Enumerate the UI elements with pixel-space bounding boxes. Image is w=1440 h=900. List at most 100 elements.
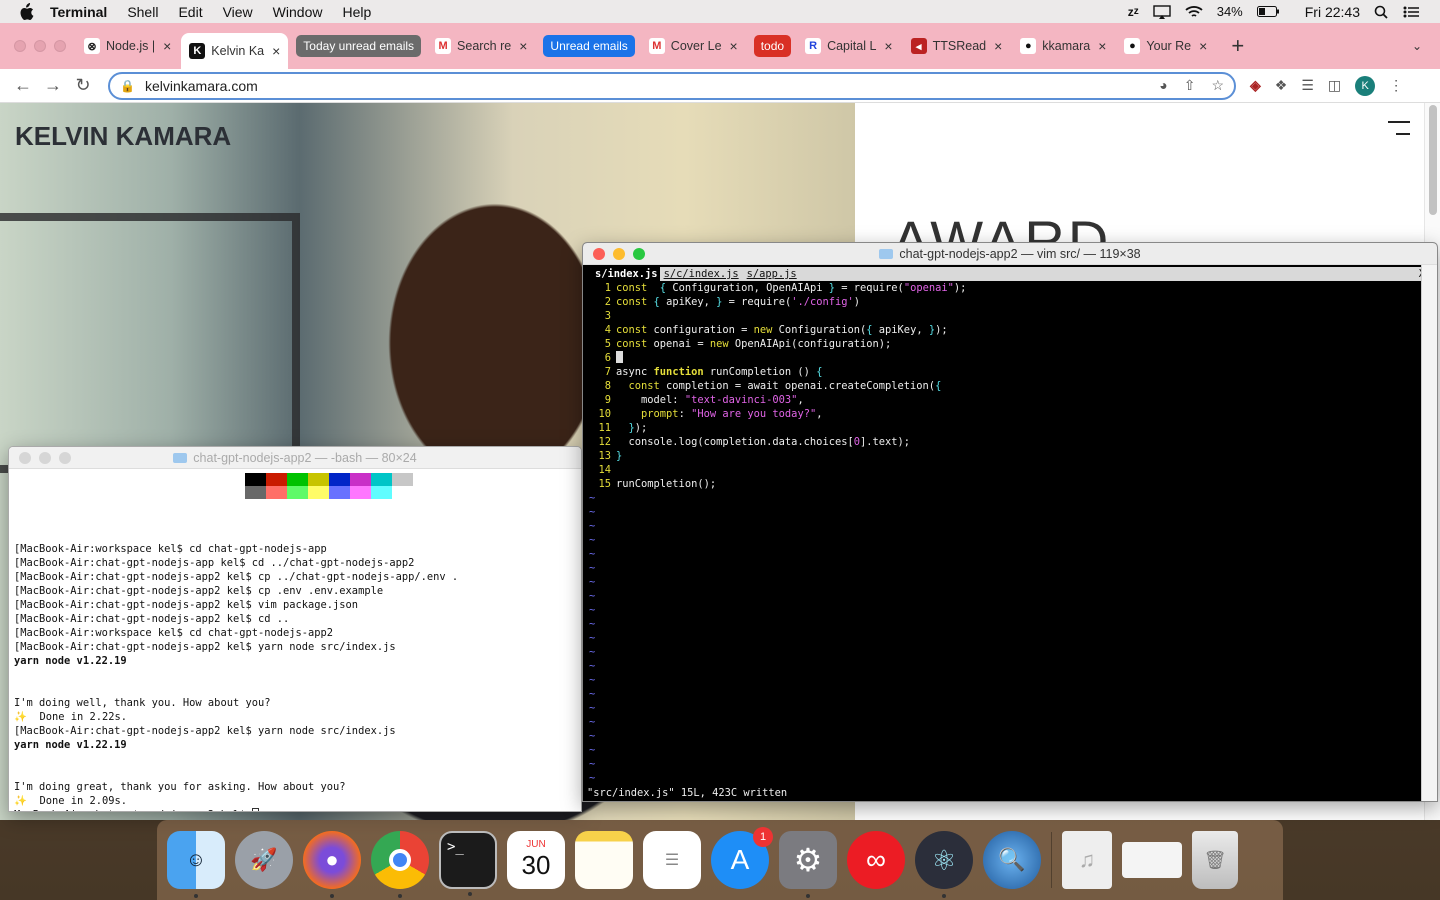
vim-tab-active[interactable]: s/index.js: [593, 267, 660, 281]
code-token: new: [709, 338, 729, 350]
tab-close-icon[interactable]: ×: [884, 38, 892, 54]
terminal-line: [MacBook-Air:chat-gpt-nodejs-app2 kel$ c…: [14, 571, 459, 583]
calendar-icon[interactable]: JUN 30: [507, 831, 565, 889]
tab[interactable]: ◂ TTSRead ×: [903, 31, 1011, 61]
ublock-extension-icon[interactable]: ◈: [1250, 77, 1261, 94]
tab-close-icon[interactable]: ×: [519, 38, 527, 54]
zoom-window-button[interactable]: [54, 40, 66, 52]
tab-label: TTSRead: [932, 39, 987, 53]
bash-output[interactable]: [MacBook-Air:workspace kel$ cd chat-gpt-…: [14, 528, 459, 811]
terminal-line: [MacBook-Air:chat-gpt-nodejs-app2 kel$ v…: [14, 599, 359, 611]
forward-button[interactable]: →: [38, 75, 68, 96]
terminal-icon[interactable]: >_: [439, 831, 497, 896]
tab-search-chevron-icon[interactable]: ⌄: [1412, 39, 1422, 53]
tab-close-icon[interactable]: ×: [730, 38, 738, 54]
system-preferences-icon[interactable]: ⚙: [779, 831, 837, 898]
launchpad-icon[interactable]: 🚀: [235, 831, 293, 889]
tab-close-icon[interactable]: ×: [272, 43, 280, 59]
tab-group-label[interactable]: todo: [753, 35, 792, 57]
tab-close-icon[interactable]: ×: [1098, 38, 1106, 54]
tab-group-label[interactable]: Today unread emails: [296, 35, 422, 57]
vim-buffer[interactable]: 1 const { Configuration, OpenAIApi } = re…: [589, 281, 966, 785]
tab-close-icon[interactable]: ×: [1199, 38, 1207, 54]
line-number: 2: [604, 296, 611, 308]
side-panel-icon[interactable]: ◫: [1328, 77, 1341, 94]
battery-icon[interactable]: [1256, 6, 1279, 17]
clock[interactable]: Fri 22:43: [1305, 4, 1360, 20]
code-line: 2 const { apiKey, } = require('./config'): [593, 295, 966, 309]
line-number: 3: [604, 310, 611, 322]
reminders-icon[interactable]: ☰: [643, 831, 701, 889]
tab[interactable]: ● Your Re ×: [1116, 31, 1215, 61]
site-title[interactable]: KELVIN KAMARA: [15, 121, 231, 152]
url-text[interactable]: kelvinkamara.com: [145, 78, 258, 94]
vim-terminal-window[interactable]: chat-gpt-nodejs-app2 — vim src/ — 119×38…: [582, 242, 1438, 802]
code-line: 9 model: "text-davinci-003",: [593, 393, 966, 407]
calendar-day: 30: [521, 850, 551, 880]
reading-list-icon[interactable]: ☰: [1301, 77, 1314, 94]
extensions-puzzle-icon[interactable]: ❖: [1275, 77, 1288, 94]
chrome-icon[interactable]: [371, 831, 429, 898]
back-button[interactable]: ←: [8, 75, 38, 96]
authy-icon[interactable]: ∞: [847, 831, 905, 889]
finder-icon[interactable]: ☺: [167, 831, 225, 898]
vim-scrollbar[interactable]: [1421, 265, 1437, 801]
code-token: function: [653, 366, 704, 378]
notes-icon[interactable]: [575, 831, 633, 889]
share-icon[interactable]: ⇧: [1184, 77, 1196, 94]
minimize-window-button[interactable]: [34, 40, 46, 52]
menu-app-name[interactable]: Terminal: [50, 4, 107, 20]
menu-view[interactable]: View: [223, 4, 253, 20]
line-number: 10: [598, 408, 611, 420]
profile-avatar[interactable]: K: [1355, 75, 1376, 96]
line-number: 1: [604, 282, 611, 294]
hamburger-menu-icon[interactable]: [1388, 121, 1410, 145]
chrome-menu-icon[interactable]: ⋮: [1389, 77, 1403, 94]
tab-close-icon[interactable]: ×: [994, 38, 1002, 54]
tab[interactable]: ⊗ Node.js | ×: [76, 31, 179, 61]
performance-icon[interactable]: ◕: [1159, 77, 1167, 94]
music-file-icon[interactable]: ♫: [1062, 831, 1112, 889]
menu-help[interactable]: Help: [342, 4, 371, 20]
close-window-button[interactable]: [14, 40, 26, 52]
lock-icon[interactable]: 🔒: [120, 79, 135, 93]
electron-icon[interactable]: ⚛: [915, 831, 973, 898]
app-store-icon[interactable]: A1: [711, 827, 773, 889]
sleep-icon[interactable]: zz: [1128, 5, 1139, 19]
wifi-icon[interactable]: [1185, 5, 1203, 19]
network-utility-icon[interactable]: 🔍: [983, 831, 1041, 889]
menu-shell[interactable]: Shell: [127, 4, 158, 20]
bookmark-star-icon[interactable]: ☆: [1211, 77, 1224, 94]
bash-window-title: chat-gpt-nodejs-app2 — -bash — 80×24: [193, 450, 417, 465]
firefox-icon[interactable]: ●: [303, 831, 361, 898]
airplay-icon[interactable]: [1153, 4, 1171, 19]
address-bar[interactable]: 🔒 kelvinkamara.com ◕ ⇧ ☆: [108, 71, 1236, 100]
chrome-window-thumbnail[interactable]: [1122, 842, 1182, 878]
reload-button[interactable]: ↻: [68, 75, 98, 96]
menu-window[interactable]: Window: [273, 4, 323, 20]
tab[interactable]: M Search re ×: [427, 31, 535, 61]
trash-icon[interactable]: 🗑: [1192, 831, 1238, 889]
terminal-prompt-line[interactable]: MacBook-Air:chat-gpt-nodejs-app2 kel$: [14, 808, 458, 811]
menu-edit[interactable]: Edit: [178, 4, 202, 20]
terminal-line: ✨ Done in 2.22s.: [14, 711, 128, 723]
tab[interactable]: R Capital L ×: [797, 31, 901, 61]
code-token: Configuration(: [772, 324, 867, 336]
tab[interactable]: ● kkamara ×: [1012, 31, 1114, 61]
vim-tab[interactable]: s/app.js: [743, 267, 801, 281]
tab-group-label[interactable]: Unread emails: [543, 35, 635, 57]
bash-terminal-window[interactable]: chat-gpt-nodejs-app2 — -bash — 80×24 [Ma…: [8, 446, 582, 812]
new-tab-button[interactable]: +: [1231, 33, 1244, 59]
vim-tab[interactable]: s/c/index.js: [660, 267, 743, 281]
control-center-icon[interactable]: [1402, 5, 1420, 19]
terminal-line: I'm doing well, thank you. How about you…: [14, 697, 271, 709]
code-token: ].text);: [859, 436, 911, 448]
empty-line-tilde: ~: [589, 520, 596, 532]
tab[interactable]: M Cover Le ×: [641, 31, 746, 61]
spotlight-search-icon[interactable]: [1374, 5, 1388, 19]
tab-active[interactable]: K Kelvin Ka ×: [181, 33, 289, 69]
tab-close-icon[interactable]: ×: [163, 38, 171, 54]
apple-menu-icon[interactable]: [18, 2, 36, 21]
empty-line-tilde: ~: [589, 590, 596, 602]
